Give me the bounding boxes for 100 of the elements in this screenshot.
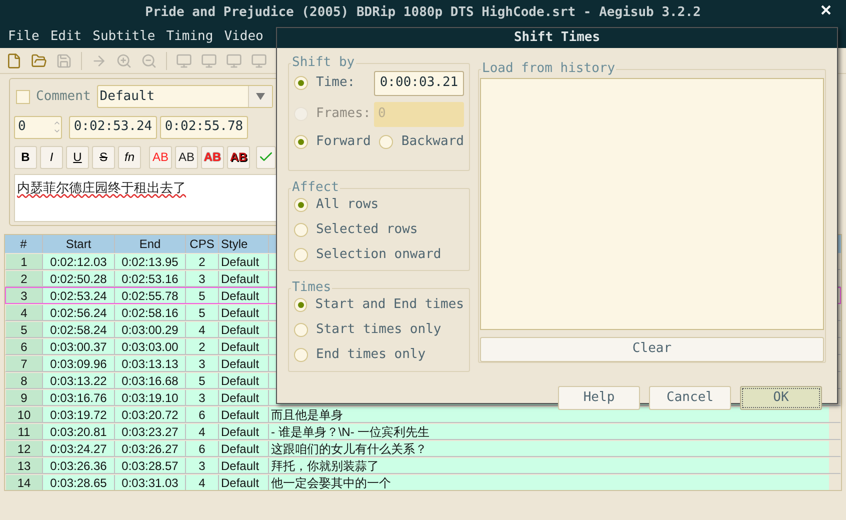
radio-button[interactable] xyxy=(294,248,308,262)
radio-label: Time: xyxy=(316,74,356,92)
table-cell: 12 xyxy=(6,441,43,456)
table-cell: 3 xyxy=(6,288,43,303)
zoom-out-icon[interactable] xyxy=(141,52,157,68)
dialog-button[interactable]: OK xyxy=(740,386,822,410)
table-cell: Default xyxy=(219,424,269,439)
table-cell: 5 xyxy=(6,322,43,337)
radio-label: Forward xyxy=(316,133,371,152)
table-cell: 0:02:13.95 xyxy=(115,254,186,269)
folder-icon[interactable] xyxy=(31,52,47,68)
table-cell: 0:03:28.65 xyxy=(43,475,115,490)
screen-icon[interactable] xyxy=(201,52,217,68)
grid-row[interactable]: 11 0:03:20.81 0:03:23.27 4 Default - 谁是单身？\N- 一位宾利先生 xyxy=(5,423,841,440)
table-cell: 0:03:28.57 xyxy=(115,458,186,473)
radio-label: Backward xyxy=(401,133,464,152)
menu-item[interactable]: Edit xyxy=(50,26,82,46)
column-header[interactable]: Start xyxy=(43,235,115,253)
table-cell: 3 xyxy=(186,356,219,371)
table-cell: Default xyxy=(219,475,269,490)
radio-button[interactable] xyxy=(294,223,308,237)
table-cell: 2 xyxy=(6,271,43,286)
radio-button[interactable] xyxy=(294,198,308,212)
screen-icon[interactable] xyxy=(176,52,192,68)
menu-item[interactable]: Video xyxy=(224,26,264,46)
history-list[interactable] xyxy=(480,78,824,330)
column-header[interactable]: CPS xyxy=(186,235,219,253)
format-button[interactable]: B xyxy=(14,146,37,168)
table-cell: 0:02:58.16 xyxy=(115,305,186,320)
table-cell: Default xyxy=(219,322,269,337)
table-cell: 他一定会娶其中的一个 xyxy=(269,475,829,490)
radio-button[interactable] xyxy=(294,323,308,337)
table-cell: 0:02:53.24 xyxy=(43,288,115,303)
radio-label: Frames: xyxy=(316,105,371,124)
table-cell: 3 xyxy=(186,390,219,405)
clear-button[interactable]: Clear xyxy=(480,336,824,362)
table-cell: 2 xyxy=(186,254,219,269)
table-cell: 4 xyxy=(186,475,219,490)
screen-icon[interactable] xyxy=(251,52,267,68)
radio-button[interactable] xyxy=(294,298,308,312)
column-header[interactable]: End xyxy=(115,235,186,253)
group-label: Shift by xyxy=(291,54,356,70)
radio-button[interactable] xyxy=(379,135,394,149)
dialog-button[interactable]: Help xyxy=(558,386,640,410)
table-cell: 0:03:24.27 xyxy=(43,441,115,456)
format-button[interactable]: AB xyxy=(175,146,198,168)
grid-row[interactable]: 14 0:03:28.65 0:03:31.03 4 Default 他一定会娶其中的一个 xyxy=(5,474,841,490)
time-field[interactable]: 0:00:03.21 xyxy=(374,70,464,96)
column-header[interactable]: Style xyxy=(219,235,269,253)
dialog-button[interactable]: Cancel xyxy=(649,386,731,410)
table-cell: 而且他是单身 xyxy=(269,407,829,422)
table-cell: 0:03:13.13 xyxy=(115,356,186,371)
grid-row[interactable]: 12 0:03:24.27 0:03:26.27 6 Default 这跟咱们的女儿有什么关系？ xyxy=(5,440,841,457)
table-cell: 0:02:56.24 xyxy=(43,305,115,320)
radio-button[interactable] xyxy=(294,76,308,90)
menu-item[interactable]: Subtitle xyxy=(92,26,156,46)
screen-icon[interactable] xyxy=(226,52,242,68)
format-button[interactable]: U xyxy=(66,146,89,168)
new-file-icon[interactable] xyxy=(6,52,22,68)
table-cell: 0:03:20.81 xyxy=(43,424,115,439)
close-icon[interactable] xyxy=(820,4,832,16)
format-button[interactable]: AB xyxy=(227,146,250,168)
start-time-field[interactable]: 0:02:53.24 xyxy=(69,116,157,138)
dropdown-arrow-icon[interactable] xyxy=(256,93,265,100)
format-button[interactable]: I xyxy=(40,146,63,168)
comment-checkbox[interactable] xyxy=(16,90,30,104)
menu-item[interactable]: Timing xyxy=(166,26,214,46)
radio-button[interactable] xyxy=(294,348,308,362)
table-cell: 拜托，你就别装蒜了 xyxy=(269,458,829,473)
radio-button[interactable] xyxy=(294,135,308,149)
table-cell: 3 xyxy=(186,458,219,473)
end-time-field[interactable]: 0:02:55.78 xyxy=(160,116,248,138)
table-cell: 14 xyxy=(6,475,43,490)
table-cell: 2 xyxy=(186,339,219,354)
arrow-icon[interactable] xyxy=(91,52,107,68)
column-header[interactable]: # xyxy=(5,235,43,253)
style-dropdown[interactable]: Default xyxy=(96,85,273,108)
layer-spinner[interactable]: 0 xyxy=(14,116,62,138)
table-cell: Default xyxy=(219,390,269,405)
radio-label: End times only xyxy=(316,346,426,364)
menu-item[interactable]: File xyxy=(8,26,40,46)
table-cell: Default xyxy=(219,441,269,456)
table-cell: 5 xyxy=(186,288,219,303)
grid-row[interactable]: 10 0:03:19.72 0:03:20.72 6 Default 而且他是单身 xyxy=(5,406,841,423)
grid-row[interactable]: 13 0:03:26.36 0:03:28.57 3 Default 拜托，你就别装蒜了 xyxy=(5,457,841,474)
radio-label: Start times only xyxy=(316,321,442,340)
table-cell: Default xyxy=(219,339,269,354)
table-cell: 0:03:19.72 xyxy=(43,407,115,422)
table-cell: 0:03:09.96 xyxy=(43,356,115,371)
save-icon[interactable] xyxy=(56,52,72,68)
zoom-in-icon[interactable] xyxy=(116,52,132,68)
radio-label: Selection onward xyxy=(316,246,442,264)
table-cell: 0:02:53.16 xyxy=(115,271,186,286)
format-button[interactable]: fn xyxy=(118,146,141,168)
format-button[interactable]: S xyxy=(92,146,115,168)
radio-label: All rows xyxy=(316,196,379,214)
table-cell: Default xyxy=(219,288,269,303)
table-cell: 4 xyxy=(186,322,219,337)
window-title: Pride and Prejudice (2005) BDRip 1080p DTS HighCode.srt - Aegisub 3.2.2 xyxy=(145,4,701,22)
table-cell: 0:02:50.28 xyxy=(43,271,115,286)
